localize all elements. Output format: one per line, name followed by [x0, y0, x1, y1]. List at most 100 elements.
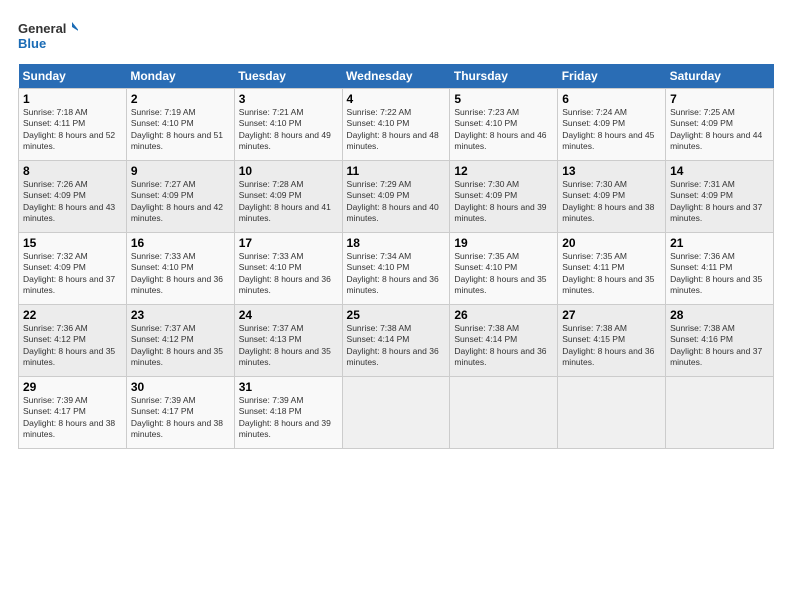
calendar-cell: 6 Sunrise: 7:24 AM Sunset: 4:09 PM Dayli… — [558, 89, 666, 161]
day-number: 12 — [454, 164, 553, 178]
day-number: 8 — [23, 164, 122, 178]
calendar-cell: 24 Sunrise: 7:37 AM Sunset: 4:13 PM Dayl… — [234, 305, 342, 377]
day-number: 6 — [562, 92, 661, 106]
day-info: Sunrise: 7:33 AM Sunset: 4:10 PM Dayligh… — [239, 251, 338, 297]
col-header-monday: Monday — [126, 64, 234, 89]
calendar-cell: 4 Sunrise: 7:22 AM Sunset: 4:10 PM Dayli… — [342, 89, 450, 161]
day-number: 4 — [347, 92, 446, 106]
calendar-cell: 26 Sunrise: 7:38 AM Sunset: 4:14 PM Dayl… — [450, 305, 558, 377]
week-row-4: 22 Sunrise: 7:36 AM Sunset: 4:12 PM Dayl… — [19, 305, 774, 377]
day-number: 9 — [131, 164, 230, 178]
day-info: Sunrise: 7:27 AM Sunset: 4:09 PM Dayligh… — [131, 179, 230, 225]
day-number: 22 — [23, 308, 122, 322]
day-number: 13 — [562, 164, 661, 178]
day-info: Sunrise: 7:24 AM Sunset: 4:09 PM Dayligh… — [562, 107, 661, 153]
day-info: Sunrise: 7:39 AM Sunset: 4:17 PM Dayligh… — [131, 395, 230, 441]
day-number: 23 — [131, 308, 230, 322]
calendar-cell: 31 Sunrise: 7:39 AM Sunset: 4:18 PM Dayl… — [234, 377, 342, 449]
day-number: 19 — [454, 236, 553, 250]
calendar-cell — [342, 377, 450, 449]
day-number: 30 — [131, 380, 230, 394]
calendar-cell: 2 Sunrise: 7:19 AM Sunset: 4:10 PM Dayli… — [126, 89, 234, 161]
header-row: SundayMondayTuesdayWednesdayThursdayFrid… — [19, 64, 774, 89]
col-header-saturday: Saturday — [666, 64, 774, 89]
calendar-cell: 20 Sunrise: 7:35 AM Sunset: 4:11 PM Dayl… — [558, 233, 666, 305]
calendar-cell: 5 Sunrise: 7:23 AM Sunset: 4:10 PM Dayli… — [450, 89, 558, 161]
calendar-cell: 12 Sunrise: 7:30 AM Sunset: 4:09 PM Dayl… — [450, 161, 558, 233]
day-number: 5 — [454, 92, 553, 106]
day-number: 17 — [239, 236, 338, 250]
logo: General Blue — [18, 18, 78, 54]
calendar-cell: 29 Sunrise: 7:39 AM Sunset: 4:17 PM Dayl… — [19, 377, 127, 449]
day-number: 15 — [23, 236, 122, 250]
calendar-cell: 15 Sunrise: 7:32 AM Sunset: 4:09 PM Dayl… — [19, 233, 127, 305]
day-number: 20 — [562, 236, 661, 250]
day-info: Sunrise: 7:39 AM Sunset: 4:18 PM Dayligh… — [239, 395, 338, 441]
day-info: Sunrise: 7:32 AM Sunset: 4:09 PM Dayligh… — [23, 251, 122, 297]
calendar-cell — [558, 377, 666, 449]
day-info: Sunrise: 7:28 AM Sunset: 4:09 PM Dayligh… — [239, 179, 338, 225]
day-info: Sunrise: 7:26 AM Sunset: 4:09 PM Dayligh… — [23, 179, 122, 225]
col-header-tuesday: Tuesday — [234, 64, 342, 89]
day-number: 7 — [670, 92, 769, 106]
calendar-cell: 1 Sunrise: 7:18 AM Sunset: 4:11 PM Dayli… — [19, 89, 127, 161]
col-header-friday: Friday — [558, 64, 666, 89]
day-info: Sunrise: 7:38 AM Sunset: 4:16 PM Dayligh… — [670, 323, 769, 369]
col-header-thursday: Thursday — [450, 64, 558, 89]
calendar-cell: 8 Sunrise: 7:26 AM Sunset: 4:09 PM Dayli… — [19, 161, 127, 233]
day-info: Sunrise: 7:33 AM Sunset: 4:10 PM Dayligh… — [131, 251, 230, 297]
day-number: 10 — [239, 164, 338, 178]
day-info: Sunrise: 7:23 AM Sunset: 4:10 PM Dayligh… — [454, 107, 553, 153]
day-number: 1 — [23, 92, 122, 106]
day-info: Sunrise: 7:18 AM Sunset: 4:11 PM Dayligh… — [23, 107, 122, 153]
day-number: 31 — [239, 380, 338, 394]
svg-text:General: General — [18, 21, 66, 36]
col-header-wednesday: Wednesday — [342, 64, 450, 89]
week-row-1: 1 Sunrise: 7:18 AM Sunset: 4:11 PM Dayli… — [19, 89, 774, 161]
calendar-cell: 11 Sunrise: 7:29 AM Sunset: 4:09 PM Dayl… — [342, 161, 450, 233]
day-number: 16 — [131, 236, 230, 250]
col-header-sunday: Sunday — [19, 64, 127, 89]
calendar-cell: 13 Sunrise: 7:30 AM Sunset: 4:09 PM Dayl… — [558, 161, 666, 233]
day-number: 24 — [239, 308, 338, 322]
day-number: 26 — [454, 308, 553, 322]
day-number: 14 — [670, 164, 769, 178]
calendar-cell: 30 Sunrise: 7:39 AM Sunset: 4:17 PM Dayl… — [126, 377, 234, 449]
day-info: Sunrise: 7:19 AM Sunset: 4:10 PM Dayligh… — [131, 107, 230, 153]
day-number: 21 — [670, 236, 769, 250]
calendar-cell: 28 Sunrise: 7:38 AM Sunset: 4:16 PM Dayl… — [666, 305, 774, 377]
day-info: Sunrise: 7:25 AM Sunset: 4:09 PM Dayligh… — [670, 107, 769, 153]
calendar-cell: 23 Sunrise: 7:37 AM Sunset: 4:12 PM Dayl… — [126, 305, 234, 377]
day-info: Sunrise: 7:30 AM Sunset: 4:09 PM Dayligh… — [562, 179, 661, 225]
calendar-cell — [450, 377, 558, 449]
day-info: Sunrise: 7:21 AM Sunset: 4:10 PM Dayligh… — [239, 107, 338, 153]
day-number: 25 — [347, 308, 446, 322]
day-info: Sunrise: 7:29 AM Sunset: 4:09 PM Dayligh… — [347, 179, 446, 225]
day-info: Sunrise: 7:38 AM Sunset: 4:14 PM Dayligh… — [454, 323, 553, 369]
day-info: Sunrise: 7:22 AM Sunset: 4:10 PM Dayligh… — [347, 107, 446, 153]
day-info: Sunrise: 7:39 AM Sunset: 4:17 PM Dayligh… — [23, 395, 122, 441]
calendar-cell: 19 Sunrise: 7:35 AM Sunset: 4:10 PM Dayl… — [450, 233, 558, 305]
day-info: Sunrise: 7:36 AM Sunset: 4:11 PM Dayligh… — [670, 251, 769, 297]
day-number: 27 — [562, 308, 661, 322]
header: General Blue — [18, 18, 774, 54]
day-number: 29 — [23, 380, 122, 394]
week-row-2: 8 Sunrise: 7:26 AM Sunset: 4:09 PM Dayli… — [19, 161, 774, 233]
calendar-cell: 18 Sunrise: 7:34 AM Sunset: 4:10 PM Dayl… — [342, 233, 450, 305]
day-info: Sunrise: 7:35 AM Sunset: 4:11 PM Dayligh… — [562, 251, 661, 297]
calendar-cell: 9 Sunrise: 7:27 AM Sunset: 4:09 PM Dayli… — [126, 161, 234, 233]
day-number: 18 — [347, 236, 446, 250]
day-info: Sunrise: 7:38 AM Sunset: 4:15 PM Dayligh… — [562, 323, 661, 369]
day-info: Sunrise: 7:36 AM Sunset: 4:12 PM Dayligh… — [23, 323, 122, 369]
calendar-table: SundayMondayTuesdayWednesdayThursdayFrid… — [18, 64, 774, 449]
calendar-cell: 7 Sunrise: 7:25 AM Sunset: 4:09 PM Dayli… — [666, 89, 774, 161]
calendar-cell — [666, 377, 774, 449]
svg-text:Blue: Blue — [18, 36, 46, 51]
week-row-3: 15 Sunrise: 7:32 AM Sunset: 4:09 PM Dayl… — [19, 233, 774, 305]
calendar-cell: 17 Sunrise: 7:33 AM Sunset: 4:10 PM Dayl… — [234, 233, 342, 305]
calendar-cell: 22 Sunrise: 7:36 AM Sunset: 4:12 PM Dayl… — [19, 305, 127, 377]
day-number: 11 — [347, 164, 446, 178]
day-number: 2 — [131, 92, 230, 106]
calendar-cell: 10 Sunrise: 7:28 AM Sunset: 4:09 PM Dayl… — [234, 161, 342, 233]
day-number: 3 — [239, 92, 338, 106]
